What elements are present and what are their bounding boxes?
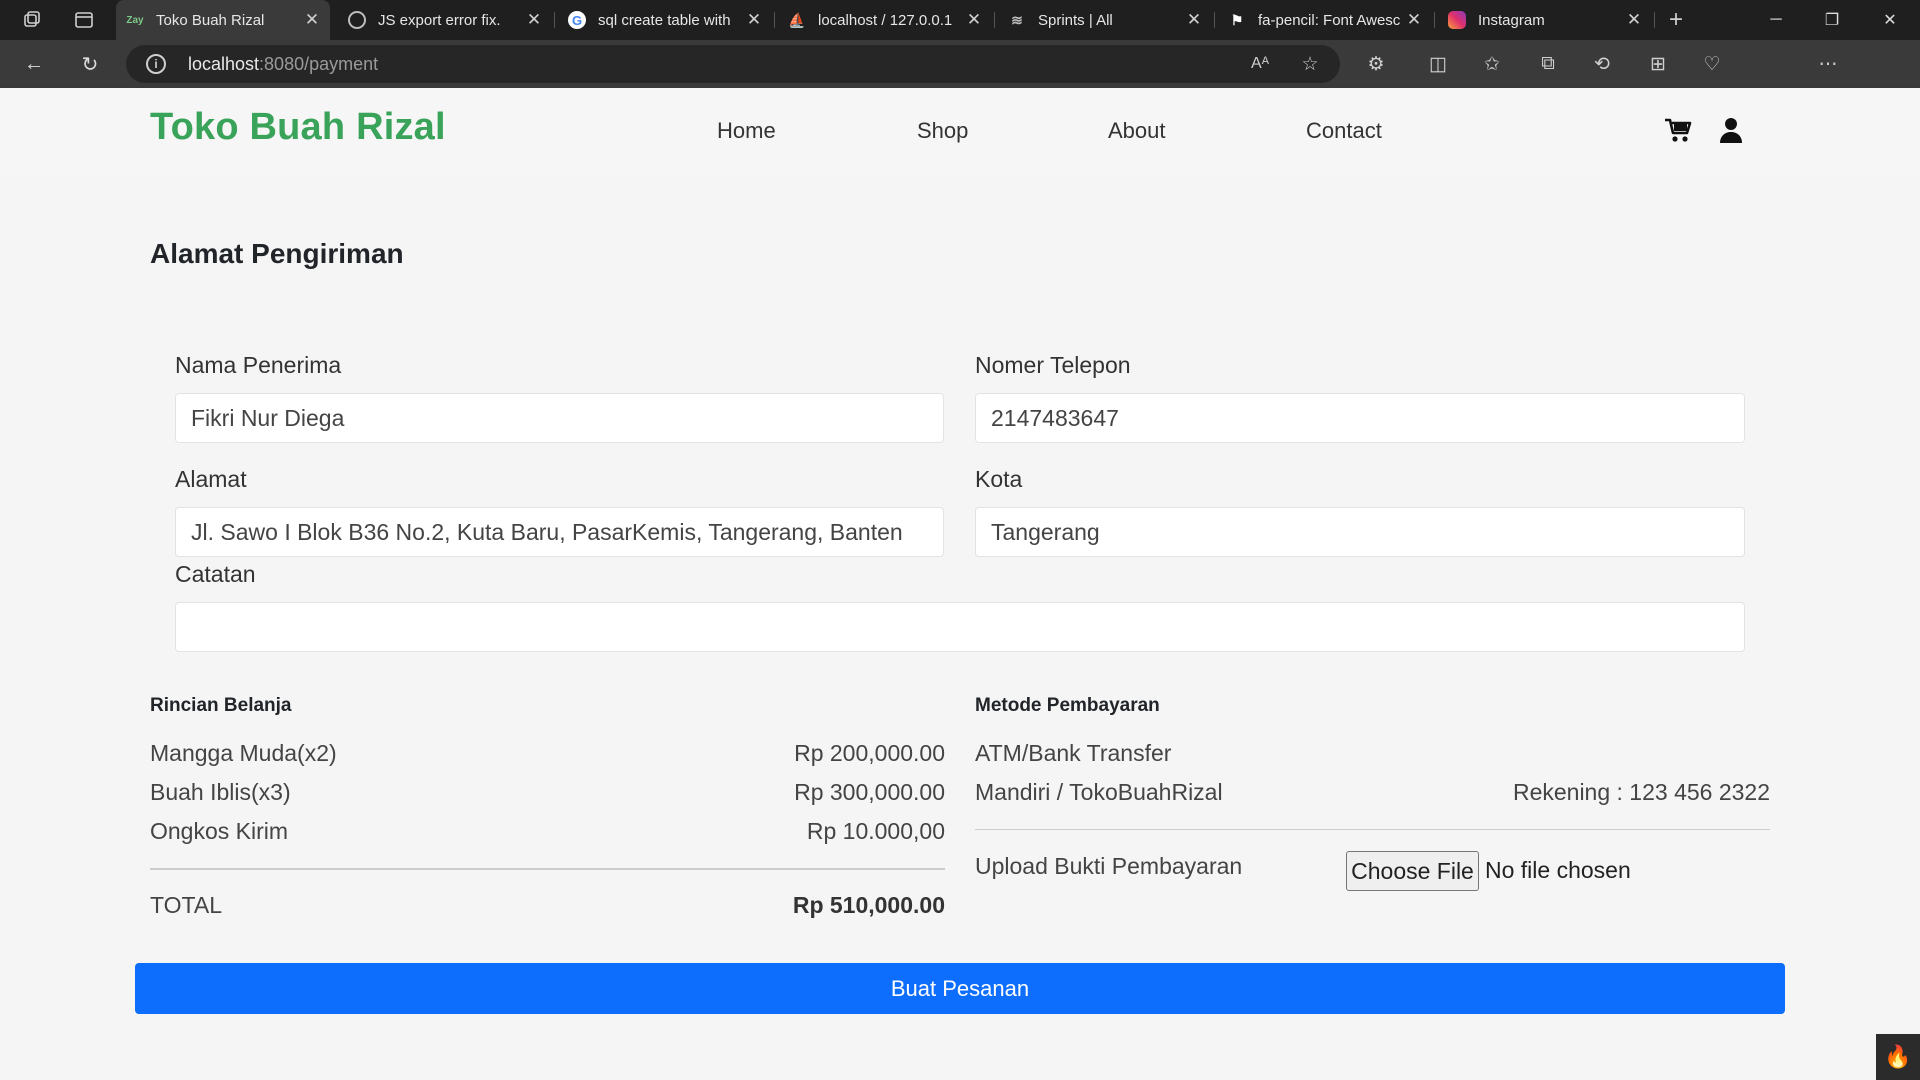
total-value: Rp 510,000.00 <box>792 892 945 918</box>
tab-divider <box>774 12 775 28</box>
nav-home[interactable]: Home <box>717 118 776 144</box>
nav-about[interactable]: About <box>1108 118 1166 144</box>
notes-input[interactable] <box>175 602 1745 652</box>
history-icon[interactable]: ⟲ <box>1590 52 1614 76</box>
place-order-button[interactable]: Buat Pesanan <box>135 963 1785 1014</box>
url-path: :8080/payment <box>259 53 379 74</box>
split-screen-icon[interactable]: ◫ <box>1426 52 1450 76</box>
recipient-name-input[interactable]: Fikri Nur Diega <box>175 393 944 443</box>
close-tab-icon[interactable]: ✕ <box>1626 10 1642 30</box>
close-tab-icon[interactable]: ✕ <box>304 10 320 30</box>
tab-title: JS export error fix. <box>378 11 501 29</box>
phone-input[interactable]: 2147483647 <box>975 393 1745 443</box>
tab-divider <box>1654 12 1655 28</box>
summary-item-name: Buah Iblis(x3) <box>150 779 291 805</box>
new-tab-icon[interactable]: + <box>1664 6 1688 33</box>
tab-title: localhost / 127.0.0.1 <box>818 11 953 29</box>
tab-title: Sprints | All <box>1038 11 1113 29</box>
summary-item-price: Rp 200,000.00 <box>794 740 945 766</box>
tab-divider <box>1214 12 1215 28</box>
tab-title: Toko Buah Rizal <box>156 11 265 29</box>
summary-item-price: Rp 300,000.00 <box>794 779 945 805</box>
fire-icon[interactable]: 🔥 <box>1876 1034 1920 1080</box>
summary-item-name: Ongkos Kirim <box>150 818 289 844</box>
choose-file-button[interactable]: Choose File <box>1346 851 1479 891</box>
payment-divider <box>975 829 1770 830</box>
summary-divider <box>150 868 945 870</box>
read-aloud-icon[interactable]: Aᴬ <box>1248 52 1272 76</box>
browser-essentials-icon[interactable]: ♡ <box>1700 52 1724 76</box>
bank-name: Mandiri / TokoBuahRizal <box>975 779 1223 805</box>
file-status: No file chosen <box>1485 857 1631 883</box>
collections-icon[interactable]: ⧉ <box>1536 52 1560 76</box>
city-input[interactable]: Tangerang <box>975 507 1745 557</box>
page-title: Alamat Pengiriman <box>150 238 404 269</box>
notes-label: Catatan <box>175 561 256 587</box>
upload-proof-label: Upload Bukti Pembayaran <box>975 853 1243 879</box>
address-label: Alamat <box>175 466 247 492</box>
url-host: localhost <box>188 53 260 74</box>
name-label: Nama Penerima <box>175 352 342 378</box>
browser-toolbar: ← ↻ i localhost:8080/payment Aᴬ ☆ ⚙ ◫ ✩ … <box>0 40 1920 122</box>
instagram-icon <box>1448 11 1466 29</box>
site-brand[interactable]: Toko Buah Rizal <box>150 106 446 149</box>
browser-tab[interactable]: Instagram ✕ <box>1438 0 1652 40</box>
tab-title: sql create table with <box>598 11 731 29</box>
apps-icon[interactable]: ⊞ <box>1646 52 1670 76</box>
close-window-icon[interactable]: ✕ <box>1862 0 1918 40</box>
more-options-icon[interactable]: ⋯ <box>1816 52 1840 76</box>
order-summary-heading: Rincian Belanja <box>150 695 292 716</box>
close-tab-icon[interactable]: ✕ <box>1186 10 1202 30</box>
close-tab-icon[interactable]: ✕ <box>966 10 982 30</box>
close-tab-icon[interactable]: ✕ <box>526 10 542 30</box>
tab-title: Instagram <box>1478 11 1545 29</box>
refresh-icon[interactable]: ↻ <box>78 52 102 76</box>
minimize-icon[interactable]: ─ <box>1748 0 1804 40</box>
tab-actions-icon[interactable] <box>72 8 96 32</box>
city-label: Kota <box>975 466 1023 492</box>
close-tab-icon[interactable]: ✕ <box>1406 10 1422 30</box>
favorites-icon[interactable]: ✩ <box>1480 52 1504 76</box>
phpmyadmin-icon: ⛵ <box>788 11 806 28</box>
nav-shop[interactable]: Shop <box>917 118 968 144</box>
tab-divider <box>554 12 555 28</box>
chatgpt-icon <box>348 11 366 29</box>
summary-item-price: Rp 10.000,00 <box>806 818 945 844</box>
payment-method: ATM/Bank Transfer <box>975 740 1172 766</box>
workspaces-icon[interactable] <box>20 8 44 32</box>
phone-label: Nomer Telepon <box>975 352 1131 378</box>
tab-title: fa-pencil: Font Awesc <box>1258 11 1400 29</box>
tab-divider <box>1434 12 1435 28</box>
back-icon[interactable]: ← <box>22 52 46 76</box>
address-input[interactable]: Jl. Sawo I Blok B36 No.2, Kuta Baru, Pas… <box>175 507 944 557</box>
google-icon: G <box>568 11 586 29</box>
checkout-page: Alamat Pengiriman Nama Penerima Fikri Nu… <box>0 176 1920 1080</box>
favorite-star-icon[interactable]: ☆ <box>1298 52 1322 76</box>
zay-favicon-icon: Zay <box>126 14 144 26</box>
restore-icon[interactable]: ❐ <box>1804 0 1860 40</box>
site-info-icon[interactable]: i <box>146 54 166 74</box>
close-tab-icon[interactable]: ✕ <box>746 10 762 30</box>
tab-divider <box>994 12 995 28</box>
browser-tab-bar: Zay Toko Buah Rizal ✕ JS export error fi… <box>0 0 1920 40</box>
summary-item-name: Mangga Muda(x2) <box>150 740 337 766</box>
browser-tab[interactable]: ⛵ localhost / 127.0.0.1 ✕ <box>778 0 992 40</box>
browser-tab-active[interactable]: Zay Toko Buah Rizal ✕ <box>116 0 330 40</box>
cart-icon[interactable] <box>1664 118 1692 144</box>
total-label: TOTAL <box>150 892 222 918</box>
browser-tab[interactable]: ≋ Sprints | All ✕ <box>998 0 1212 40</box>
account-number: Rekening : 123 456 2322 <box>1512 779 1770 805</box>
flag-icon: ⚑ <box>1230 11 1244 28</box>
payment-method-heading: Metode Pembayaran <box>975 695 1160 716</box>
database-icon: ≋ <box>1011 11 1023 28</box>
user-icon[interactable] <box>1720 117 1742 143</box>
browser-tab[interactable]: ⚑ fa-pencil: Font Awesc ✕ <box>1218 0 1432 40</box>
extensions-icon[interactable]: ⚙ <box>1364 52 1388 76</box>
site-navbar: Toko Buah Rizal Home Shop About Contact <box>0 88 1920 176</box>
browser-tab[interactable]: JS export error fix. ✕ <box>338 0 552 40</box>
nav-contact[interactable]: Contact <box>1306 118 1382 144</box>
address-bar[interactable]: i localhost:8080/payment <box>126 45 1340 83</box>
browser-tab[interactable]: G sql create table with ✕ <box>558 0 772 40</box>
